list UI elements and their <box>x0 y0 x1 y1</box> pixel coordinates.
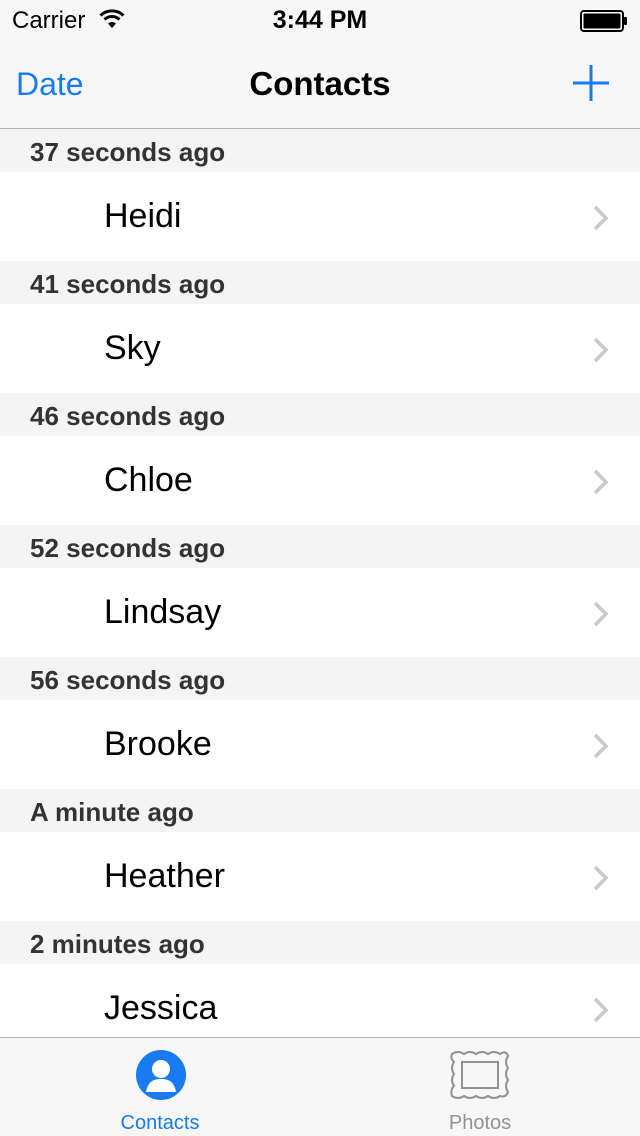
chevron-right-icon <box>593 733 609 759</box>
contact-name: Lindsay <box>104 593 222 631</box>
contact-name: Jessica <box>104 989 218 1027</box>
chevron-right-icon <box>593 601 609 627</box>
section-header-label: 46 seconds ago <box>30 401 226 431</box>
tab-label: Photos <box>448 1112 512 1134</box>
contact-row[interactable]: Heather <box>0 832 640 921</box>
tab-label: Contacts <box>120 1112 200 1134</box>
contact-name: Sky <box>104 329 161 367</box>
status-bar: Carrier 3:44 PM <box>0 0 640 40</box>
contact-name: Heather <box>104 857 225 895</box>
contact-name: Brooke <box>104 725 212 763</box>
section-header: 41 seconds ago <box>0 261 640 304</box>
section-header-label: 37 seconds ago <box>30 137 226 167</box>
section-header: 56 seconds ago <box>0 657 640 700</box>
navigation-bar: Date Contacts <box>0 40 640 129</box>
tab-bar: Contacts Photos <box>0 1037 640 1136</box>
section-header-label: 41 seconds ago <box>30 269 226 299</box>
section-header-label: A minute ago <box>30 797 194 827</box>
battery-icon <box>580 10 627 32</box>
contact-row[interactable]: Chloe <box>0 436 640 525</box>
section-header: 52 seconds ago <box>0 525 640 568</box>
status-time: 3:44 PM <box>272 6 368 34</box>
section-header: 46 seconds ago <box>0 393 640 436</box>
section-header-label: 2 minutes ago <box>30 929 205 959</box>
section-header: 37 seconds ago <box>0 129 640 172</box>
chevron-right-icon <box>593 205 609 231</box>
tab-contacts[interactable]: Contacts <box>0 1038 320 1136</box>
contact-name: Heidi <box>104 197 182 235</box>
contact-row[interactable]: Jessica <box>0 964 640 1037</box>
contact-row[interactable]: Sky <box>0 304 640 393</box>
contact-row[interactable]: Brooke <box>0 700 640 789</box>
section-header: 2 minutes ago <box>0 921 640 964</box>
chevron-right-icon <box>593 997 609 1023</box>
tab-photos[interactable]: Photos <box>320 1038 640 1136</box>
section-header-label: 52 seconds ago <box>30 533 226 563</box>
person-icon <box>136 1050 186 1100</box>
picture-frame-icon <box>450 1051 510 1099</box>
contact-row[interactable]: Heidi <box>0 172 640 261</box>
chevron-right-icon <box>593 337 609 363</box>
contact-name: Chloe <box>104 461 193 499</box>
contact-list[interactable]: 37 seconds ago Heidi 41 seconds ago Sky … <box>0 129 640 1037</box>
contact-row[interactable]: Lindsay <box>0 568 640 657</box>
section-header-label: 56 seconds ago <box>30 665 226 695</box>
plus-icon[interactable] <box>570 62 612 104</box>
chevron-right-icon <box>593 469 609 495</box>
chevron-right-icon <box>593 865 609 891</box>
section-header: A minute ago <box>0 789 640 832</box>
page-title: Contacts <box>249 65 391 102</box>
